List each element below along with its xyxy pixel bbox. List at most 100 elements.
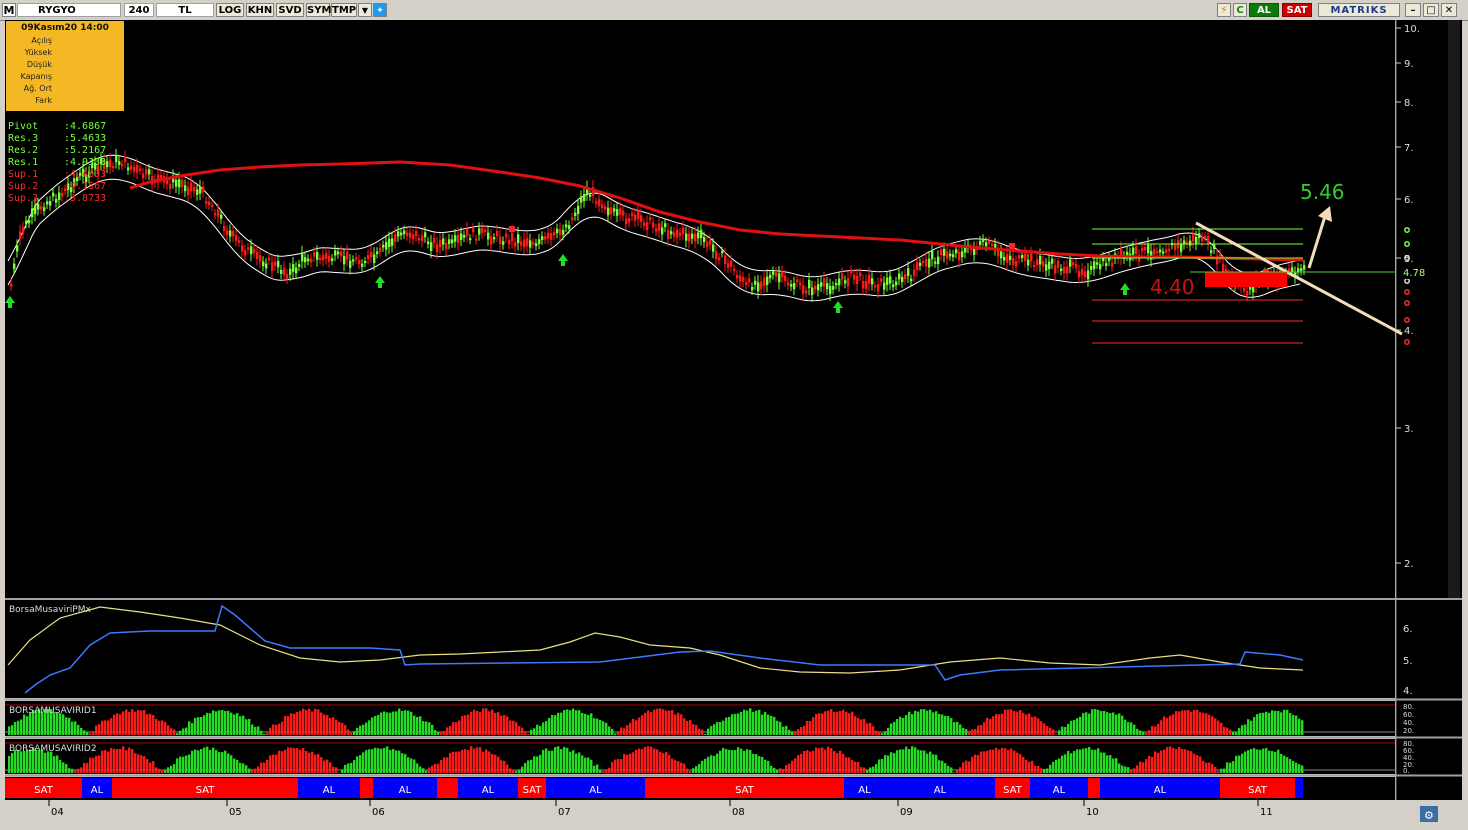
chart-canvas[interactable]: 10.9.8.7.6.5.4.3.2. SAT AL SAT AL AL AL SAT AL S… [0,0,1468,830]
candle-body [235,235,238,241]
hist-bar [893,721,896,735]
candle-body [1054,265,1057,274]
pivot-label: Pivot [8,121,39,132]
candle-body [919,262,922,266]
price-tick-label: 2. [1404,559,1414,570]
hist-bar [197,717,200,735]
hist-bar [605,769,608,773]
vertical-scrollbar[interactable] [1448,20,1460,598]
hist-bar [1133,724,1136,735]
hist-bar [1151,756,1154,773]
candle-body [646,222,649,231]
hist-bar [641,715,644,735]
candle-body [694,233,697,242]
candle-body [877,284,880,292]
hist-bar [905,746,908,773]
hist-bar [254,726,257,735]
hist-bar [572,750,575,773]
hist-bar [71,721,74,735]
pivot-label: Sup.3 [8,193,39,204]
hist-bar [179,730,182,735]
hist-bar [821,713,824,735]
hist-bar [1175,711,1178,735]
candle-body [322,254,325,261]
candle-body [748,278,751,283]
hist-bar [1043,769,1046,773]
candle-body [508,239,511,245]
hist-bar [809,720,812,735]
hist-bar [1145,759,1148,773]
hist-bar [425,721,428,735]
hist-bar [692,724,695,735]
hist-bar [1148,756,1151,773]
hist-bar [716,722,719,735]
hist-bar [1277,749,1280,773]
hist-bar [218,752,221,773]
candle-body [430,242,433,251]
candle-body [1300,268,1303,272]
hist-bar [278,750,281,773]
hist-bar [395,750,398,773]
hist-bar [926,753,929,773]
hist-bar [257,766,260,773]
hist-bar [419,766,422,773]
hist-bar [890,723,893,735]
hist-bar [464,749,467,773]
time-label: 05 [229,807,242,818]
candle-body [652,222,655,228]
hist-bar [548,717,551,735]
hist-bar [833,711,836,735]
hist-bar [800,753,803,773]
candle-body [883,282,886,290]
hist-bar [1127,722,1130,735]
hist-bar [1163,716,1166,735]
candle-body [1060,268,1063,272]
hist-bar [1280,712,1283,735]
candle-body [223,226,226,231]
hist-bar [1070,720,1073,735]
candle-body [397,231,400,237]
candle-body [211,204,214,208]
pivot-value: :5.2167 [64,145,107,156]
candle-body [175,179,178,187]
hist-bar [608,767,611,773]
hist-bar [392,711,395,735]
candle-body [916,262,919,270]
hist-bar [728,749,731,773]
hist-bar [812,750,815,773]
hist-bar [128,747,131,773]
hist-bar [818,748,821,773]
hist-bar [590,759,593,773]
hist-bar [623,728,626,735]
hist-bar [245,719,248,735]
hist-bar [944,763,947,773]
hist-bar [1043,723,1046,735]
hist-bar [200,749,203,773]
hist-bar [1283,755,1286,773]
candle-body [886,277,889,285]
candle-body [847,278,850,287]
candle-body [676,229,679,238]
hist-bar [632,718,635,735]
hist-bar [1034,765,1037,773]
hist-bar [944,715,947,735]
hist-bar [1262,748,1265,773]
hist-bar [1268,750,1271,773]
hist-bar [761,714,764,735]
hist-bar [1160,750,1163,773]
hist-bar [68,717,71,735]
hist-bar [896,719,899,735]
hist-bar [521,766,524,773]
hist-bar [1205,762,1208,773]
signal-label: SAT [34,785,54,796]
hist-bar [341,722,344,735]
hist-bar [776,769,779,773]
hist-bar [203,747,206,773]
candle-body [25,220,28,224]
hist-bar [1016,711,1019,735]
hist-bar [416,763,419,773]
hist-bar [503,760,506,773]
candle-body [160,175,163,179]
hist-bar [242,715,245,735]
candle-body [547,233,550,239]
